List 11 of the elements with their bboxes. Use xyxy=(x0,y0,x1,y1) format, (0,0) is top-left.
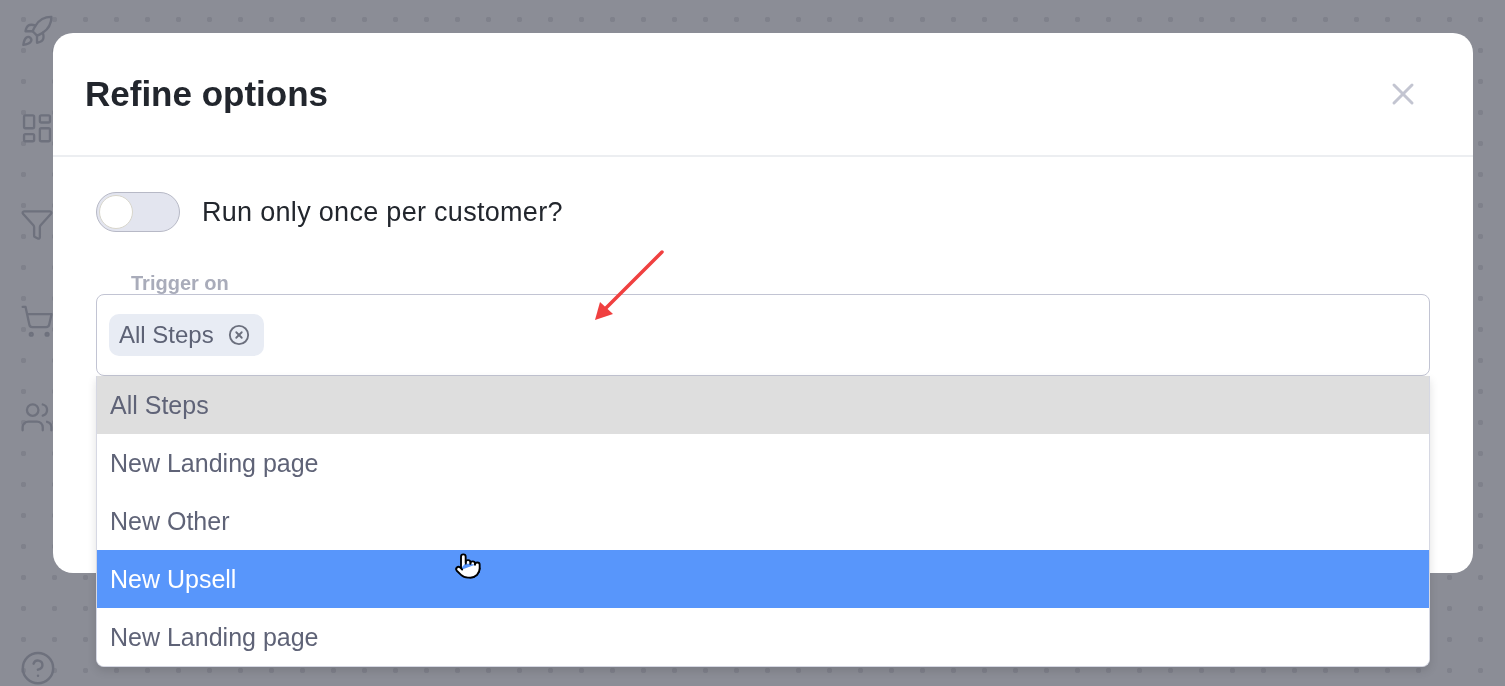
chip-label: All Steps xyxy=(119,321,214,349)
remove-icon[interactable] xyxy=(227,324,250,346)
toggle-label: Run only once per customer? xyxy=(202,196,563,228)
dropdown-option[interactable]: All Steps xyxy=(97,376,1429,434)
dropdown-option[interactable]: New Landing page xyxy=(97,434,1429,492)
toggle-switch[interactable] xyxy=(96,192,180,232)
dropdown-option[interactable]: New Landing page xyxy=(97,608,1429,666)
dropdown-option[interactable]: New Other xyxy=(97,492,1429,550)
field-label: Trigger on xyxy=(131,272,230,294)
modal-title: Refine options xyxy=(85,74,329,114)
hand-pointer-icon xyxy=(454,552,482,580)
